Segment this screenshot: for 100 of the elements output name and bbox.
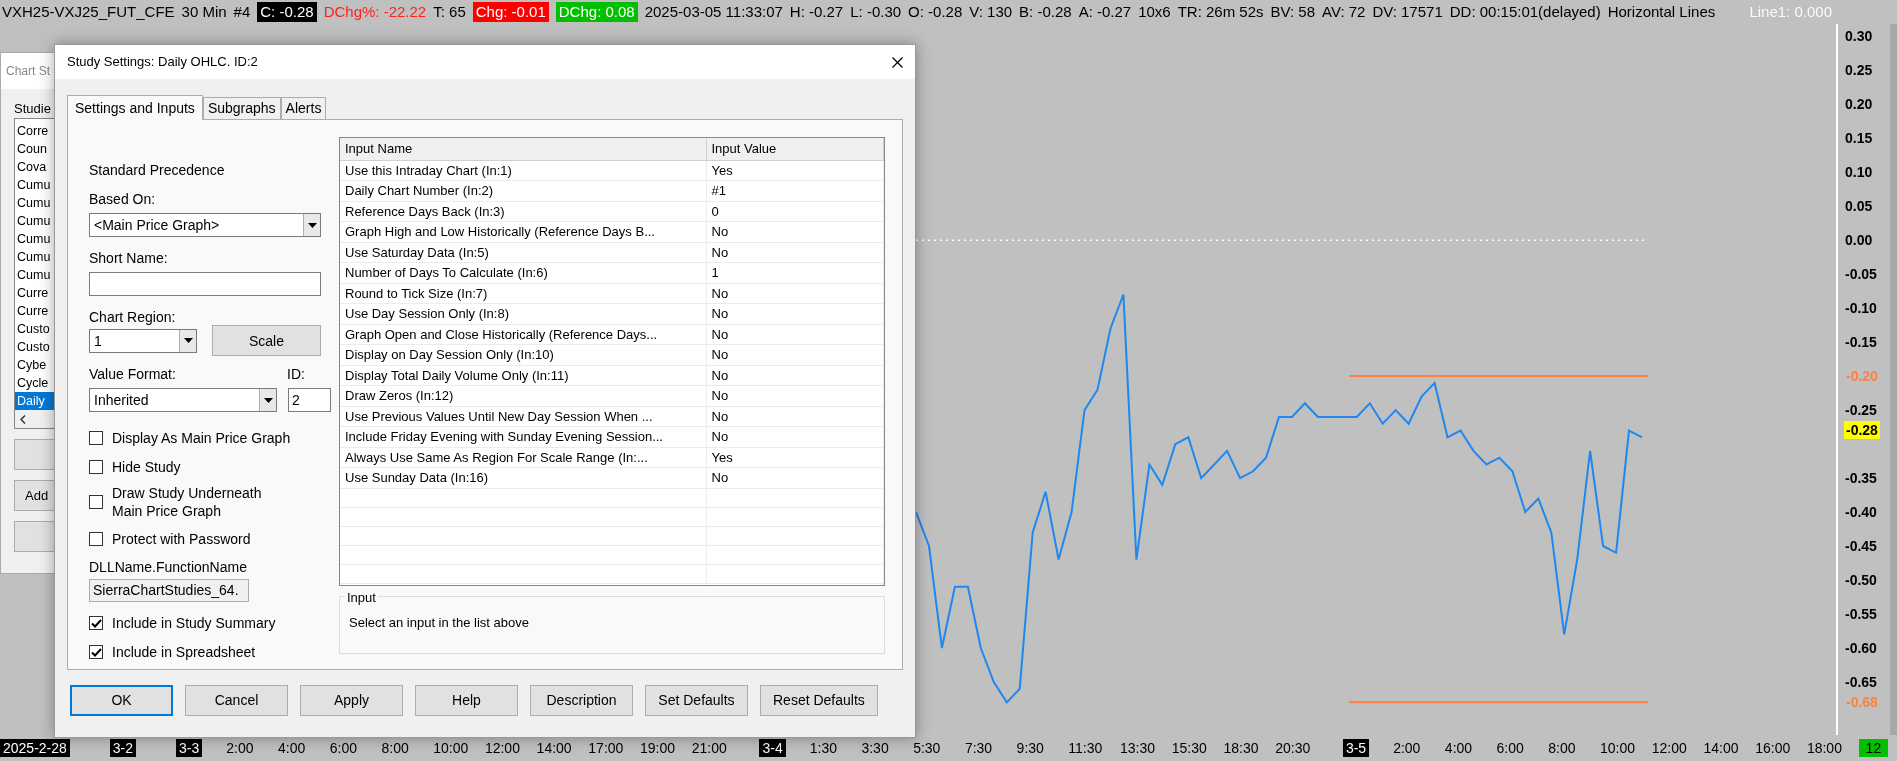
checkbox-label[interactable]: Display As Main Price Graph [112, 429, 291, 447]
list-item[interactable]: Cybe [15, 356, 58, 374]
input-field[interactable] [89, 272, 321, 296]
scroll-left-icon[interactable] [20, 414, 26, 424]
tab[interactable]: Alerts [280, 97, 327, 119]
time-label: 4:00 [278, 739, 307, 757]
list-item[interactable]: Cova [15, 158, 58, 176]
list-item[interactable]: Cumu [15, 176, 58, 194]
time-label: 8:00 [1548, 739, 1577, 757]
table-cell[interactable]: Graph Open and Close Historically (Reference Days... [340, 324, 706, 345]
tab[interactable]: Subgraphs [202, 97, 281, 119]
table-cell[interactable]: No [706, 467, 884, 488]
price-label: -0.60 [1845, 640, 1877, 656]
input-field[interactable]: 2 [288, 388, 331, 412]
table-cell[interactable]: No [706, 242, 884, 263]
scale-button[interactable]: Scale [212, 325, 321, 356]
info-text: V: 130 [969, 2, 1013, 22]
list-item[interactable]: Cumu [15, 248, 58, 266]
checkbox[interactable] [89, 460, 103, 474]
checkbox[interactable] [89, 616, 103, 630]
table-cell[interactable]: No [706, 406, 884, 427]
table-cell[interactable]: #1 [706, 180, 884, 201]
checkbox-label[interactable]: Protect with Password [112, 530, 251, 548]
dialog-button[interactable]: Cancel [185, 685, 288, 716]
table-cell[interactable]: No [706, 426, 884, 447]
field-label: Value Format: [89, 366, 176, 382]
list-item[interactable]: Cumu [15, 194, 58, 212]
date-label: 3-2 [109, 739, 137, 757]
time-label: 6:00 [1496, 739, 1525, 757]
dropdown[interactable]: 1 [89, 328, 197, 353]
caret-icon[interactable] [307, 222, 317, 228]
table-cell[interactable]: Draw Zeros (In:12) [340, 385, 706, 406]
table-cell[interactable]: Yes [706, 160, 884, 181]
table-cell[interactable]: Use Saturday Data (In:5) [340, 242, 706, 263]
dropdown[interactable]: Inherited [89, 388, 277, 412]
table-cell[interactable]: No [706, 283, 884, 304]
table-cell[interactable]: Round to Tick Size (In:7) [340, 283, 706, 304]
table-cell[interactable]: 0 [706, 201, 884, 222]
info-text: TR: 26m 52s [1177, 2, 1264, 22]
checkbox[interactable] [89, 495, 103, 509]
checkbox-label[interactable]: Include in Study Summary [112, 614, 276, 632]
table-cell[interactable]: No [706, 303, 884, 324]
list-item[interactable]: Cycle [15, 374, 58, 392]
table-cell[interactable]: Always Use Same As Region For Scale Range (In:... [340, 447, 706, 468]
date-label: 3-4 [759, 739, 786, 757]
table-cell[interactable]: No [706, 344, 884, 365]
table-cell[interactable]: Reference Days Back (In:3) [340, 201, 706, 222]
dropdown[interactable]: <Main Price Graph> [89, 213, 321, 237]
table-cell[interactable]: No [706, 385, 884, 406]
dialog-button[interactable]: Help [415, 685, 518, 716]
list-item[interactable]: Custo [15, 320, 58, 338]
checkbox[interactable] [89, 645, 103, 659]
dialog-button[interactable]: Description [530, 685, 633, 716]
field-label: Based On: [89, 191, 156, 207]
table-cell[interactable]: No [706, 221, 884, 242]
table-cell[interactable]: No [706, 324, 884, 345]
table-cell[interactable]: Yes [706, 447, 884, 468]
list-item[interactable]: Curre [15, 284, 58, 302]
time-label: 9:30 [1016, 739, 1045, 757]
list-item[interactable]: Custo [15, 338, 58, 356]
checkbox-label[interactable]: Hide Study [112, 458, 181, 476]
list-item[interactable]: Corre [15, 122, 58, 140]
table-cell[interactable]: Use Day Session Only (In:8) [340, 303, 706, 324]
table-cell[interactable]: Use Sunday Data (In:16) [340, 467, 706, 488]
field-label: Chart Region: [89, 309, 176, 325]
table-cell[interactable]: Use this Intraday Chart (In:1) [340, 160, 706, 181]
date-label: 3-3 [176, 739, 203, 757]
table-cell[interactable]: Graph High and Low Historically (Reference Days B... [340, 221, 706, 242]
table-cell[interactable]: Use Previous Values Until New Day Session When ... [340, 406, 706, 427]
dialog-button[interactable]: OK [70, 685, 173, 716]
list-item[interactable]: Cumu [15, 212, 58, 230]
list-item[interactable]: Curre [15, 302, 58, 320]
checkbox-label[interactable]: Draw Study Underneath Main Price Graph [112, 484, 262, 520]
checkbox[interactable] [89, 532, 103, 546]
caret-icon[interactable] [183, 338, 193, 343]
dialog-button[interactable]: Reset Defaults [760, 685, 878, 716]
dialog-button[interactable]: Set Defaults [645, 685, 748, 716]
column-header[interactable]: Input Value [706, 138, 884, 160]
table-cell[interactable]: Display on Day Session Only (In:10) [340, 344, 706, 365]
table-cell[interactable]: No [706, 365, 884, 386]
list-item[interactable]: Cumu [15, 230, 58, 248]
time-label: 6:00 [329, 739, 358, 757]
table-cell[interactable]: Number of Days To Calculate (In:6) [340, 262, 706, 283]
info-text: 2025-03-05 11:33:07 [644, 2, 783, 22]
table-cell[interactable]: 1 [706, 262, 884, 283]
info-badge: DChg: 0.08 [555, 2, 638, 22]
time-label: 2:00 [226, 739, 255, 757]
close-icon[interactable] [892, 56, 903, 68]
table-cell[interactable]: Display Total Daily Volume Only (In:11) [340, 365, 706, 386]
tab[interactable]: Settings and Inputs [67, 95, 203, 120]
list-item[interactable]: Coun [15, 140, 58, 158]
dialog-button[interactable]: Apply [300, 685, 403, 716]
table-cell[interactable]: Daily Chart Number (In:2) [340, 180, 706, 201]
column-header[interactable]: Input Name [340, 138, 706, 160]
checkbox[interactable] [89, 431, 103, 445]
time-label: 4:00 [1444, 739, 1474, 757]
caret-icon[interactable] [263, 397, 273, 403]
list-item[interactable]: Cumu [15, 266, 58, 284]
checkbox-label[interactable]: Include in Spreadsheet [112, 643, 256, 661]
table-cell[interactable]: Include Friday Evening with Sunday Evening Session... [340, 426, 706, 447]
